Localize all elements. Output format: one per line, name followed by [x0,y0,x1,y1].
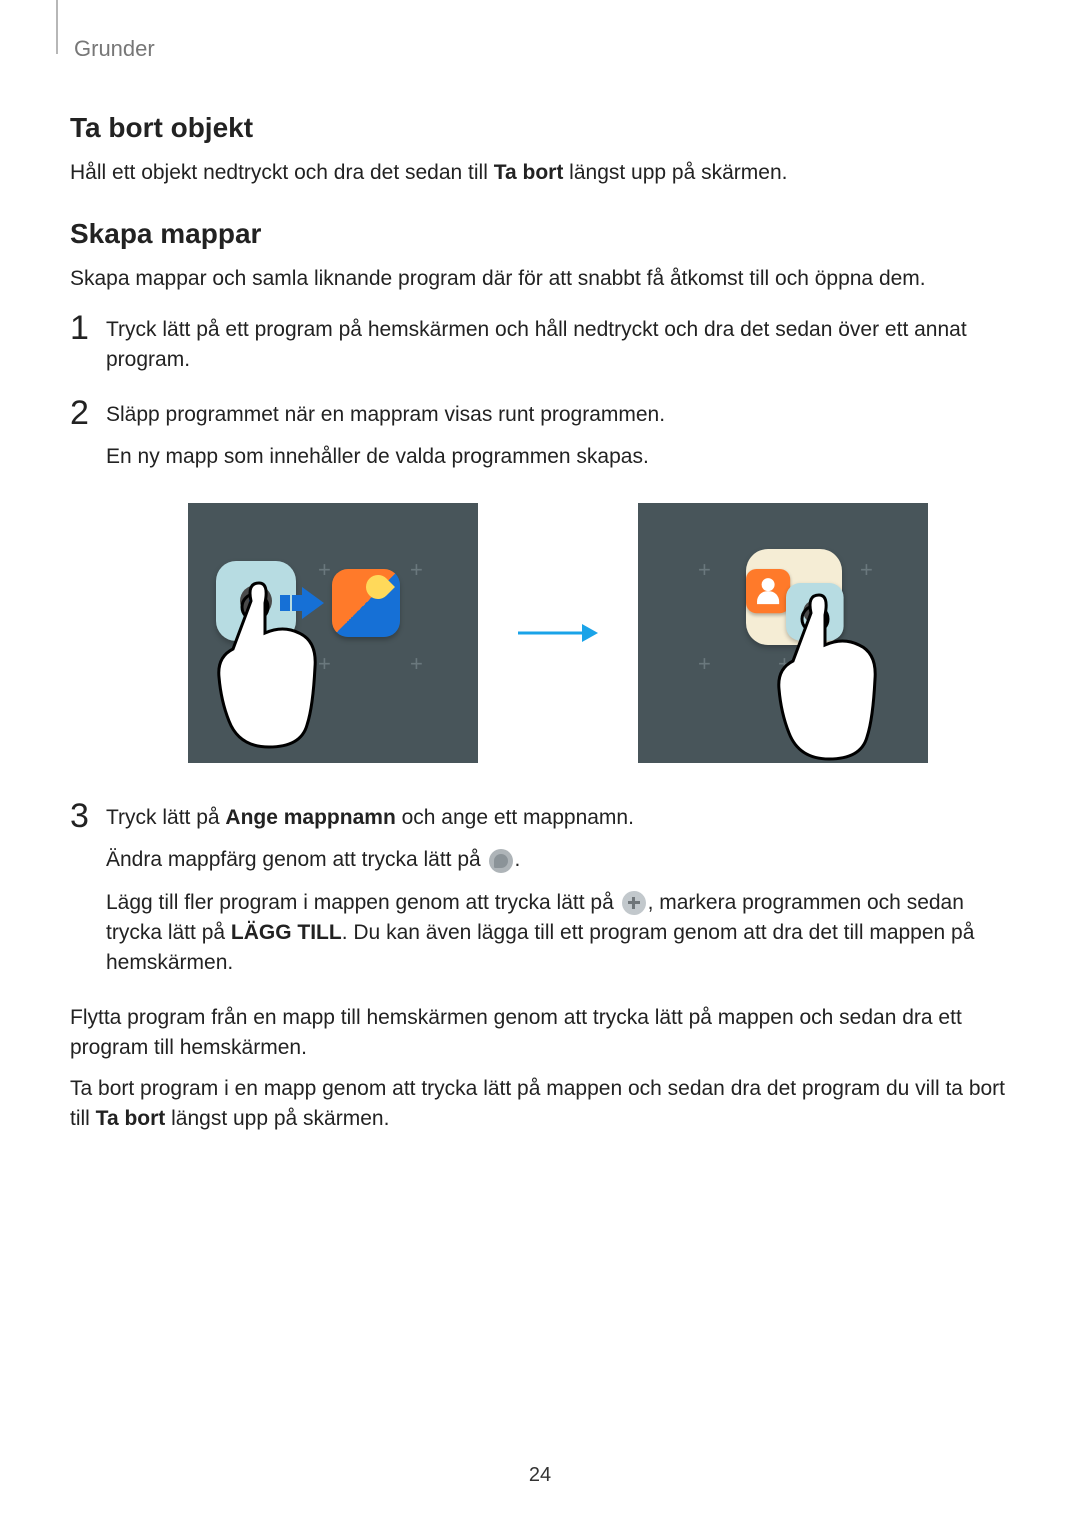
tail-paragraph-1: Flytta program från en mapp till hemskär… [70,1003,1010,1064]
step-2: Släpp programmet när en mappram visas ru… [70,400,1010,763]
steps-list: Tryck lätt på ett program på hemskärmen … [70,315,1010,979]
step-3-text-b: Ändra mappfärg genom att trycka lätt på … [106,845,1010,875]
plus-icon [622,891,646,915]
hand-pointer-icon [766,589,886,789]
step-3-text-c: Lägg till fler program i mappen genom at… [106,888,1010,979]
text: Lägg till fler program i mappen genom at… [106,891,620,914]
hand-pointer-icon [206,577,326,777]
step-2-text-a: Släpp programmet när en mappram visas ru… [106,400,1010,430]
create-folders-intro: Skapa mappar och samla liknande program … [70,264,1010,294]
grid-slot-icon: + [860,559,873,581]
heading-create-folders: Skapa mappar [70,218,1010,250]
text: längst upp på skärmen. [165,1107,389,1130]
text: och ange ett mappnamn. [396,806,634,829]
grid-slot-icon: + [410,559,423,581]
grid-slot-icon: + [410,653,423,675]
text-bold: LÄGG TILL [231,921,342,944]
palette-icon [489,849,513,873]
text: Tryck lätt på [106,806,225,829]
remove-items-text: Håll ett objekt nedtryckt och dra det se… [70,158,1010,188]
step-1-text: Tryck lätt på ett program på hemskärmen … [106,315,1010,376]
page-number: 24 [0,1464,1080,1487]
text-bold: Ta bort [96,1107,166,1130]
figure-panel-after: + + + + [638,503,928,763]
margin-tab [48,0,58,54]
create-folder-figure: + + + + [106,503,1010,763]
tail-paragraph-2: Ta bort program i en mapp genom att tryc… [70,1074,1010,1135]
manual-page: Grunder Ta bort objekt Håll ett objekt n… [0,0,1080,1527]
breadcrumb: Grunder [74,36,1010,62]
figure-panel-before: + + + + [188,503,478,763]
grid-slot-icon: + [698,559,711,581]
text: Ändra mappfärg genom att trycka lätt på [106,848,487,871]
step-3-text-a: Tryck lätt på Ange mappnamn och ange ett… [106,803,1010,833]
text-bold: Ange mappnamn [225,806,395,829]
text: Håll ett objekt nedtryckt och dra det se… [70,161,494,184]
text: . [515,848,521,871]
step-2-text-b: En ny mapp som innehåller de valda progr… [106,442,1010,472]
text-bold: Ta bort [494,161,564,184]
text: längst upp på skärmen. [563,161,787,184]
arrow-right-icon [518,618,598,648]
step-1: Tryck lätt på ett program på hemskärmen … [70,315,1010,376]
step-3: Tryck lätt på Ange mappnamn och ange ett… [70,803,1010,979]
heading-remove-items: Ta bort objekt [70,112,1010,144]
grid-slot-icon: + [698,653,711,675]
